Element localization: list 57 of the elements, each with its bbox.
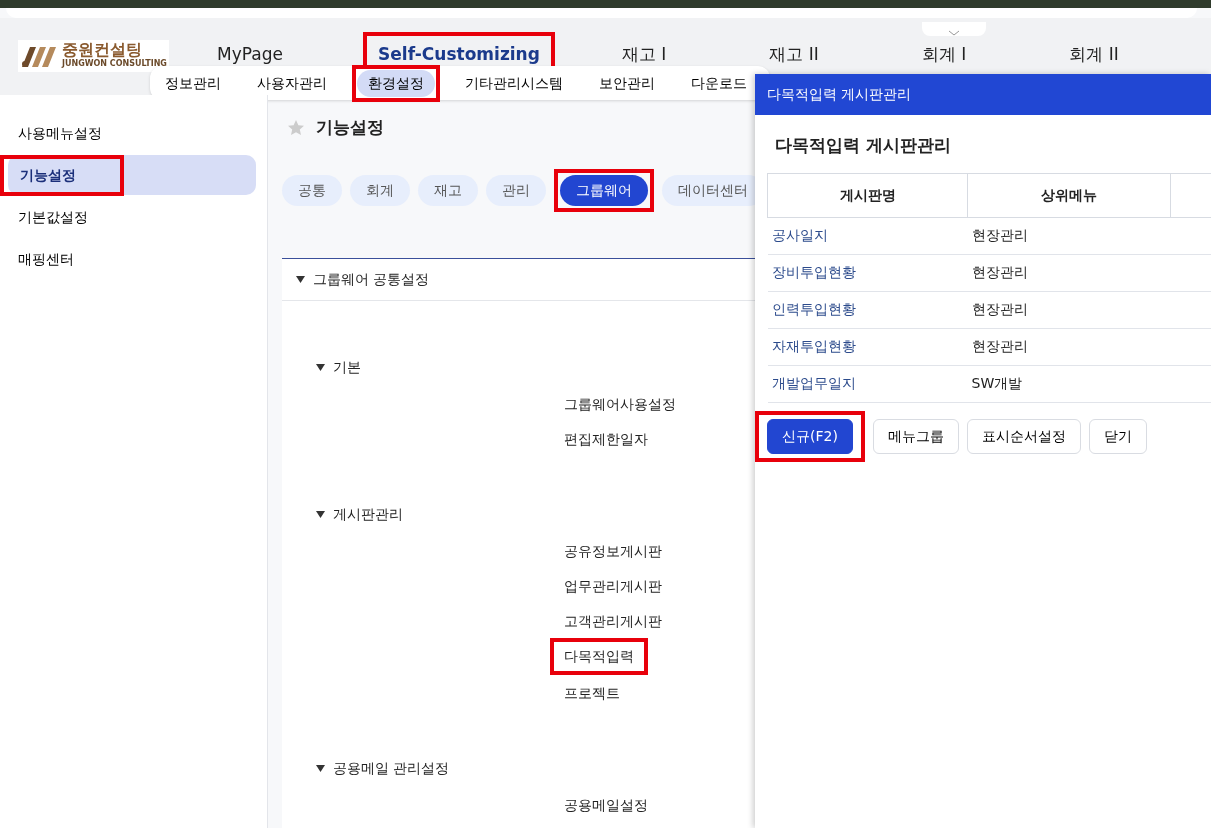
settings-link[interactable]: 프로젝트 [564, 680, 620, 706]
logo-subtitle: JUNGWON CONSULTING [62, 58, 167, 70]
group-title[interactable]: 기본 [333, 356, 361, 378]
table-cell[interactable]: 자재투입현황 [767, 328, 968, 365]
table-cell[interactable]: 인력투입현황 [767, 291, 968, 328]
collapse-tab[interactable] [922, 22, 986, 36]
action-button[interactable]: 신규(F2) [767, 418, 853, 454]
tab[interactable]: 그룹웨어 [560, 174, 648, 206]
sub-menu-item[interactable]: 기타관리시스템 [454, 69, 574, 97]
settings-link[interactable]: 고객관리게시판 [564, 608, 662, 634]
settings-link[interactable]: 공유정보게시판 [564, 538, 662, 564]
top-menu-item[interactable]: 재고 I [569, 40, 719, 70]
tab[interactable]: 공통 [282, 174, 342, 206]
sidebar-item[interactable]: 매핑센터 [8, 244, 84, 274]
table-cell: 현장관리 [967, 291, 1171, 328]
section-title[interactable]: 그룹웨어 공통설정 [313, 268, 430, 290]
settings-link[interactable]: 공용메일설정 [564, 792, 648, 818]
dialog-heading: 다목적입력 게시판관리 [774, 134, 952, 157]
sub-menu-item[interactable]: 정보관리 [154, 69, 232, 97]
settings-link[interactable]: 업무관리게시판 [564, 573, 662, 599]
action-button[interactable]: 메뉴그룹 [872, 418, 959, 454]
table-cell: 현장관리 [967, 217, 1171, 254]
sidebar-item[interactable]: 사용메뉴설정 [8, 118, 112, 148]
sub-menu-item[interactable]: 사용자관리 [246, 69, 338, 97]
top-menu-item[interactable]: 재고 II [719, 40, 869, 70]
group-title[interactable]: 공용메일 관리설정 [333, 757, 450, 779]
sidebar-item[interactable]: 기능설정 [10, 160, 86, 190]
action-button[interactable]: 표시순서설정 [966, 418, 1081, 454]
tab[interactable]: 재고 [418, 174, 478, 206]
logo-text: 중원컨설팅 [62, 42, 143, 58]
top-menu-item[interactable]: 회계 I [869, 40, 1019, 70]
sub-menu-item[interactable]: 다운로드 [680, 69, 758, 97]
sub-menu-item[interactable]: 보안관리 [588, 69, 666, 97]
settings-link[interactable]: 편집제한일자 [564, 426, 648, 452]
table-cell: SW개발 [967, 365, 1171, 402]
table-cell: 현장관리 [967, 254, 1171, 291]
action-button[interactable]: 닫기 [1088, 418, 1147, 454]
dialog-title-bar: 다목적입력 게시판관리 [755, 74, 1211, 115]
star-icon [288, 120, 304, 136]
sub-menu-item[interactable]: 환경설정 [357, 69, 435, 97]
table-cell: 현장관리 [967, 328, 1171, 365]
group-title[interactable]: 게시판관리 [333, 503, 403, 525]
tab[interactable]: 회계 [350, 174, 410, 206]
table-cell[interactable]: 장비투입현황 [767, 254, 968, 291]
tab[interactable]: 관리 [486, 174, 546, 206]
table-cell[interactable]: 개발업무일지 [767, 365, 968, 402]
page-title: 기능설정 [316, 116, 384, 139]
top-menu-item[interactable]: 회계 II [1019, 40, 1169, 70]
sidebar-item[interactable]: 기본값설정 [8, 202, 98, 232]
top-menu-item[interactable]: MyPage [175, 40, 325, 70]
settings-link[interactable]: 다목적입력 [564, 643, 634, 669]
column-header: 상위메뉴 [967, 173, 1171, 217]
settings-link[interactable]: 그룹웨어사용설정 [564, 391, 676, 417]
table-cell[interactable]: 공사일지 [767, 217, 968, 254]
column-header: 게시판명 [767, 173, 968, 217]
top-menu-item[interactable]: Self-Customizing [369, 38, 549, 72]
chevron-down-icon [948, 30, 960, 36]
